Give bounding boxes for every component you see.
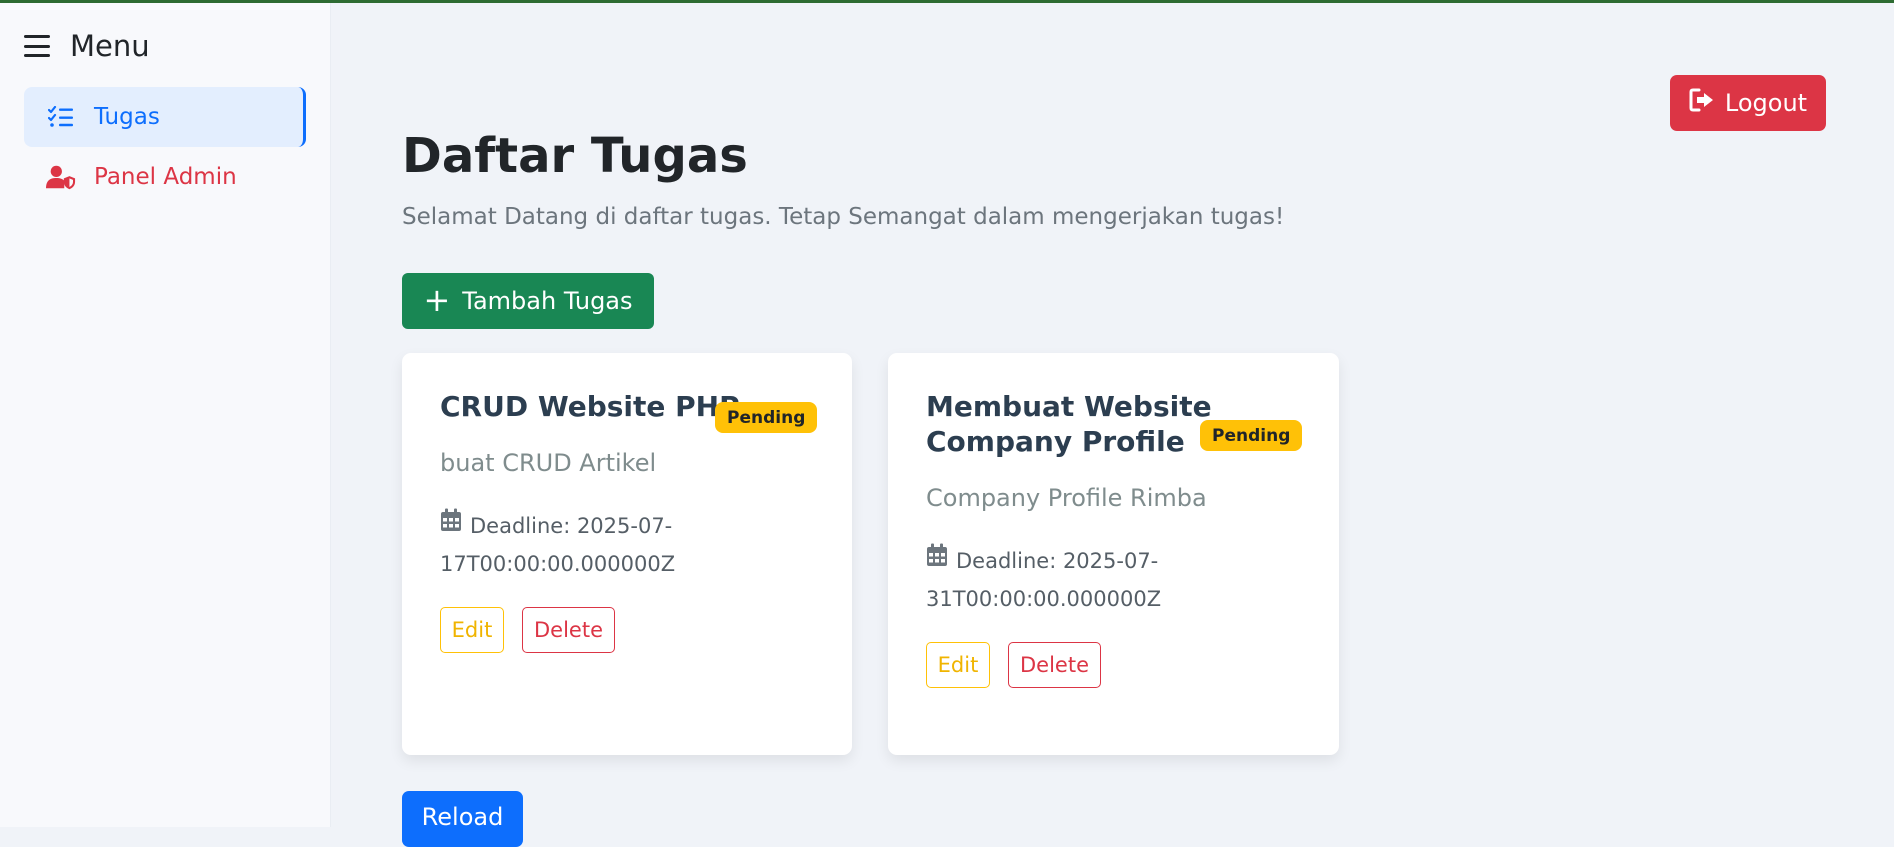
task-card: Membuat Website Company Profile Pending … bbox=[888, 353, 1339, 755]
task-description: buat CRUD Artikel bbox=[440, 449, 657, 477]
deadline-line: 31T00:00:00.000000Z bbox=[926, 587, 1162, 611]
add-task-button[interactable]: + Tambah Tugas bbox=[402, 273, 654, 329]
edit-button[interactable]: Edit bbox=[926, 642, 990, 688]
logout-label: Logout bbox=[1724, 89, 1808, 117]
task-card: CRUD Website PHP Pending buat CRUD Artik… bbox=[402, 353, 852, 755]
task-title: CRUD Website PHP bbox=[440, 389, 740, 424]
add-task-label: Tambah Tugas bbox=[462, 287, 633, 315]
sidebar: Menu Tugas Panel Admin bbox=[0, 3, 331, 827]
calendar-icon bbox=[440, 506, 462, 544]
sidebar-item-label: Tugas bbox=[94, 104, 160, 130]
status-badge: Pending bbox=[715, 402, 818, 433]
task-title-line: CRUD Website PHP bbox=[440, 390, 740, 423]
page-title: Daftar Tugas bbox=[402, 128, 748, 184]
task-deadline: Deadline: 2025-07- 31T00:00:00.000000Z bbox=[926, 542, 1226, 618]
reload-button[interactable]: Reload bbox=[402, 791, 523, 847]
sidebar-item-label: Panel Admin bbox=[94, 164, 237, 190]
status-badge: Pending bbox=[1200, 420, 1303, 451]
calendar-icon bbox=[926, 541, 948, 579]
logout-button[interactable]: Logout bbox=[1670, 75, 1826, 131]
user-shield-icon bbox=[46, 164, 76, 190]
delete-button[interactable]: Delete bbox=[1008, 642, 1101, 688]
sidebar-item-panel-admin[interactable]: Panel Admin bbox=[24, 147, 306, 207]
plus-icon: + bbox=[423, 280, 451, 319]
deadline-line: Deadline: 2025-07- bbox=[470, 514, 673, 538]
sidebar-item-tugas[interactable]: Tugas bbox=[24, 87, 306, 147]
task-deadline: Deadline: 2025-07- 17T00:00:00.000000Z bbox=[440, 507, 740, 583]
task-title-line: Company Profile bbox=[926, 425, 1185, 458]
deadline-line: 17T00:00:00.000000Z bbox=[440, 552, 676, 576]
edit-button[interactable]: Edit bbox=[440, 607, 504, 653]
task-title-line: Membuat Website bbox=[926, 390, 1212, 423]
sidebar-header: Menu bbox=[24, 29, 150, 63]
sign-out-icon bbox=[1689, 88, 1715, 118]
page-subtitle: Selamat Datang di daftar tugas. Tetap Se… bbox=[402, 204, 1285, 230]
hamburger-icon[interactable] bbox=[24, 35, 50, 57]
task-description: Company Profile Rimba bbox=[926, 484, 1207, 512]
sidebar-title: Menu bbox=[70, 29, 150, 63]
task-title: Membuat Website Company Profile bbox=[926, 389, 1212, 459]
list-check-icon bbox=[46, 106, 76, 128]
deadline-line: Deadline: 2025-07- bbox=[956, 549, 1159, 573]
delete-button[interactable]: Delete bbox=[522, 607, 615, 653]
